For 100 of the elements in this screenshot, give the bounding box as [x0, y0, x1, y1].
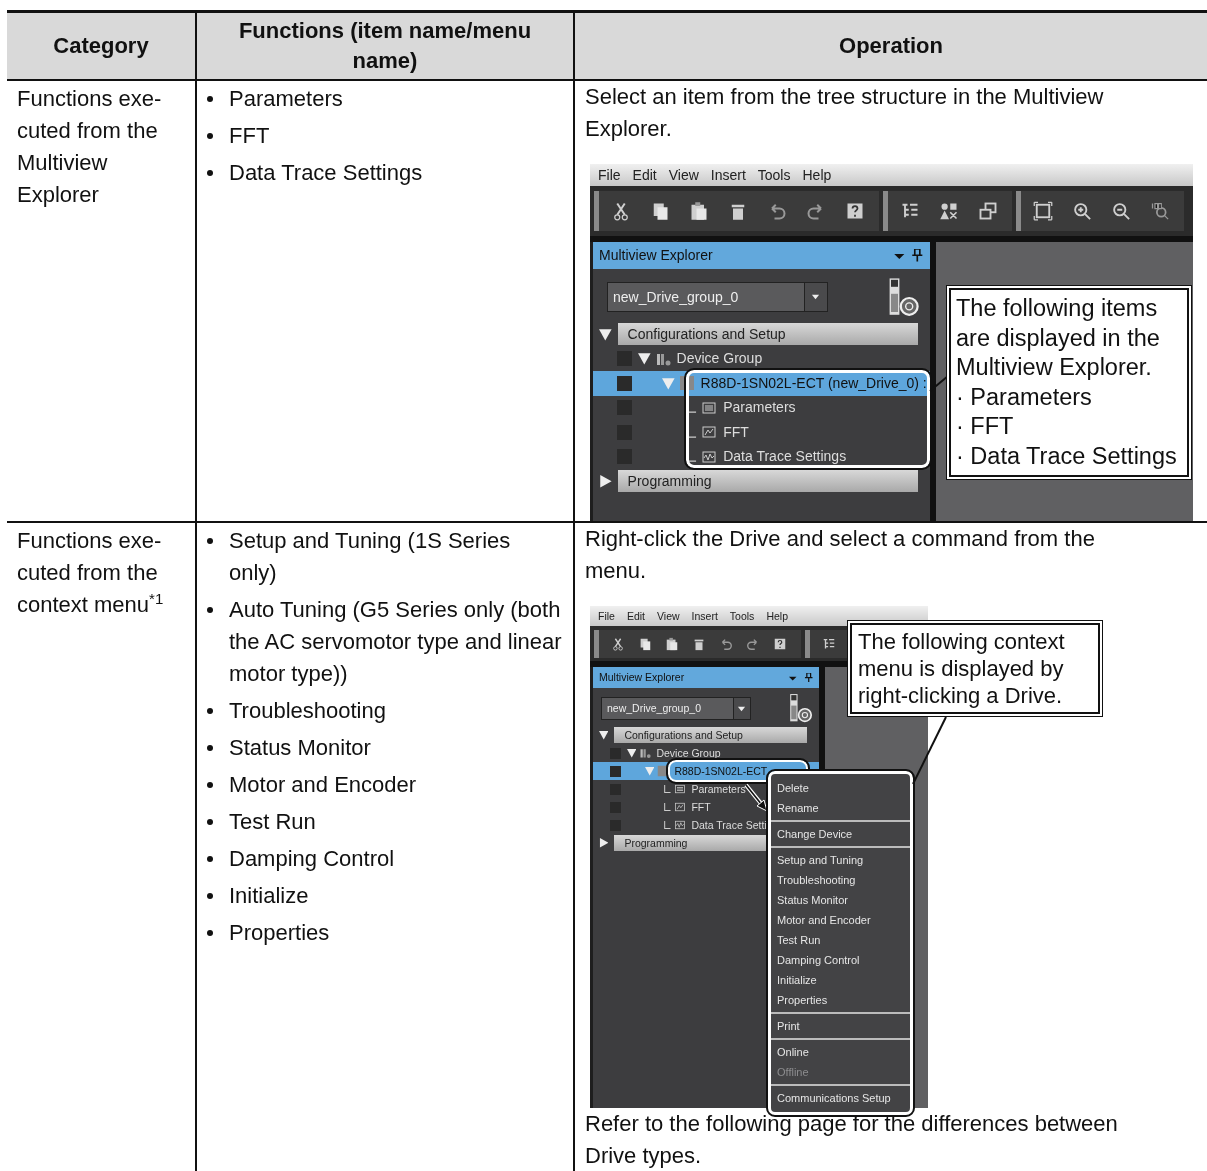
status-square-icon: [617, 375, 632, 391]
menu-item[interactable]: Insert: [689, 609, 726, 623]
bullet-icon: [207, 708, 213, 714]
tree-item[interactable]: FFT: [691, 800, 711, 814]
function-item: Properties: [229, 919, 331, 947]
paste-icon[interactable]: [665, 636, 679, 651]
menu-item[interactable]: Rename: [771, 798, 910, 818]
menu-item[interactable]: Tools: [755, 166, 799, 184]
device-group-icon: [639, 747, 652, 759]
function-item: Damping Control: [229, 845, 396, 873]
function-item: Data Trace Settings: [229, 159, 424, 187]
menu-item[interactable]: Properties: [771, 990, 910, 1010]
menu-item[interactable]: Initialize: [771, 970, 910, 990]
zoom-out-icon[interactable]: [1111, 201, 1131, 221]
menu-item[interactable]: Damping Control: [771, 950, 910, 970]
caret-icon: [811, 292, 821, 302]
paste-icon[interactable]: [689, 201, 709, 221]
tree-view-icon[interactable]: [822, 636, 836, 651]
down-triangle-icon[interactable]: [599, 730, 609, 740]
bullet-icon: [207, 930, 213, 936]
down-triangle-icon[interactable]: [599, 327, 612, 341]
right-triangle-icon[interactable]: [599, 474, 612, 488]
bullet-icon: [207, 96, 213, 102]
bullet-icon: [207, 607, 213, 613]
operation-text: Select an item from the tree structure in the Multiview Explorer.: [585, 83, 1105, 143]
menu-item[interactable]: Tools: [727, 609, 763, 623]
redo-icon[interactable]: [746, 636, 760, 651]
tree-item[interactable]: Parameters: [723, 399, 796, 417]
function-item: Parameters: [229, 85, 344, 113]
function-item: Initialize: [229, 882, 310, 910]
tree-item[interactable]: FFT: [723, 423, 749, 441]
menu-item[interactable]: Help: [800, 166, 840, 184]
tree-item[interactable]: Device Group: [656, 746, 721, 760]
menu-item[interactable]: Delete: [771, 778, 910, 798]
panel-title: Multiview Explorer: [599, 247, 714, 264]
operation-text: Right-click the Drive and select a command from the menu.: [585, 525, 1096, 585]
menu-item[interactable]: Edit: [630, 166, 665, 184]
copy-icon[interactable]: [638, 636, 652, 651]
waveform-icon: [674, 819, 687, 831]
fit-frame-icon[interactable]: [1033, 201, 1053, 221]
right-triangle-icon[interactable]: [599, 838, 609, 848]
menu-item[interactable]: Online: [771, 1042, 910, 1062]
tree-section-header[interactable]: Programming: [617, 470, 918, 492]
bullet-icon: [207, 538, 213, 544]
menu-item[interactable]: Edit: [624, 609, 653, 623]
bullet-icon: [207, 856, 213, 862]
menu-item[interactable]: Help: [764, 609, 796, 623]
callout-text: The following context menu is displayed by right-clicking a Drive.: [850, 623, 1100, 714]
list-icon: [701, 399, 718, 416]
undo-icon[interactable]: [719, 636, 733, 651]
bullet-icon: [207, 133, 213, 139]
tree-section-header[interactable]: Configurations and Setup: [617, 323, 918, 345]
tree-section-header[interactable]: Configurations and Setup: [614, 727, 807, 743]
column-header: Operation: [839, 33, 943, 58]
menu-item[interactable]: Status Monitor: [771, 890, 910, 910]
down-triangle-icon[interactable]: [638, 352, 651, 366]
menu-item[interactable]: Motor and Encoder: [771, 910, 910, 930]
zoom-100-icon[interactable]: [1150, 201, 1170, 221]
tree-item[interactable]: Parameters: [691, 782, 746, 796]
bullet-icon: [207, 170, 213, 176]
group-dropdown[interactable]: new_Drive_group_0: [607, 281, 829, 313]
bullet-icon: [207, 782, 213, 788]
menu-item[interactable]: Test Run: [771, 930, 910, 950]
pin-icon[interactable]: [803, 672, 813, 683]
tree-item[interactable]: Device Group: [676, 350, 763, 368]
menu-item[interactable]: Insert: [708, 166, 754, 184]
operation-note: Refer to the following page for the differences between Drive types.: [585, 1110, 1119, 1170]
menu-item[interactable]: Communications Setup: [771, 1088, 910, 1108]
menu-item[interactable]: View: [666, 166, 707, 184]
list-icon: [674, 783, 687, 795]
status-square-icon: [610, 765, 621, 777]
menu-item[interactable]: View: [655, 609, 688, 623]
function-item: Setup and Tuning (1S Series only): [229, 527, 512, 587]
menu-item[interactable]: File: [596, 609, 623, 623]
function-item: Test Run: [229, 808, 317, 836]
menu-item[interactable]: Print: [771, 1016, 910, 1036]
column-header: Category: [53, 33, 149, 58]
help-icon[interactable]: [773, 636, 787, 651]
waveform-icon: [701, 448, 718, 465]
spectrum-icon: [674, 801, 687, 813]
down-triangle-icon[interactable]: [627, 748, 637, 758]
menu-item[interactable]: Troubleshooting: [771, 870, 910, 890]
function-item: Troubleshooting: [229, 697, 387, 725]
menu-item[interactable]: File: [596, 166, 629, 184]
scissors-icon[interactable]: [611, 636, 625, 651]
bullet-icon: [207, 745, 213, 751]
bullet-icon: [207, 819, 213, 825]
bullet-icon: [207, 893, 213, 899]
help-icon[interactable]: [845, 201, 865, 221]
menu-item[interactable]: Setup and Tuning: [771, 850, 910, 870]
shapes-icon[interactable]: [939, 201, 959, 221]
zoom-in-icon[interactable]: [1072, 201, 1092, 221]
function-item: Status Monitor: [229, 734, 372, 762]
caret-icon: [737, 704, 747, 713]
pin-icon[interactable]: [911, 249, 924, 262]
group-dropdown[interactable]: new_Drive_group_0: [601, 696, 752, 721]
tree-item[interactable]: Data Trace Setti: [691, 818, 767, 832]
windows-icon[interactable]: [978, 201, 998, 221]
tree-item[interactable]: Data Trace Settings: [723, 448, 847, 466]
scissors-icon[interactable]: [611, 201, 631, 221]
